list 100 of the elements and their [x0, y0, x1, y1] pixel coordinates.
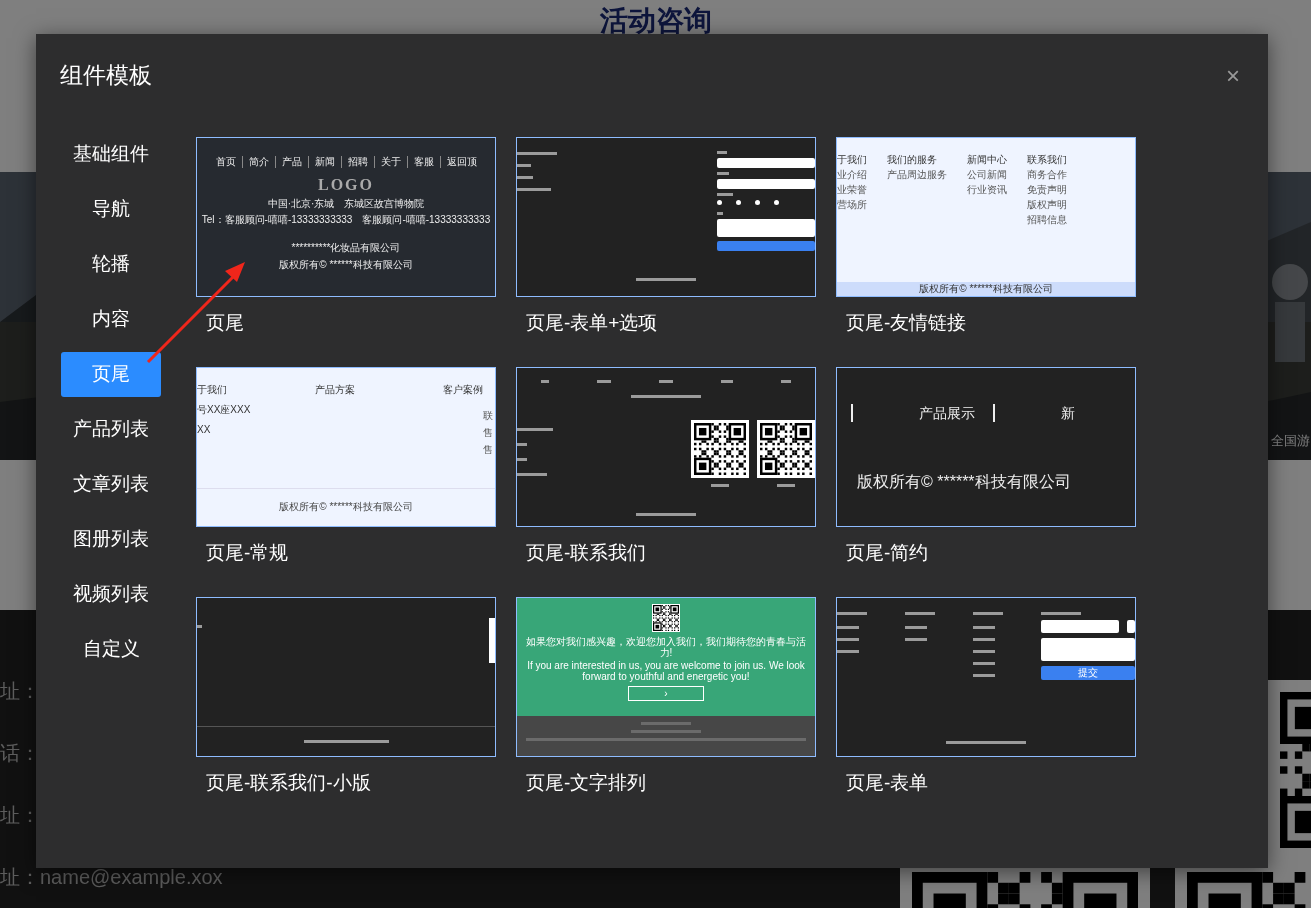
- address-line: 中国·北京·东城 东城区故宫博物院: [266, 198, 426, 210]
- nav-link: 招聘: [340, 156, 374, 168]
- footer-link[interactable]: 版权声明: [1027, 199, 1067, 211]
- contact-line: 售: [483, 444, 495, 456]
- blurred-text: [517, 458, 527, 461]
- contact-line: 址：: [0, 804, 40, 826]
- blurred-text: [517, 473, 547, 476]
- column-heading: 于我们: [837, 154, 867, 166]
- template-name: 页尾-常规: [205, 541, 290, 565]
- template-name: 页尾-联系我们-小版: [205, 771, 372, 795]
- input-field[interactable]: [1127, 620, 1135, 633]
- blurred-text: [717, 212, 723, 215]
- copyright-line: 版权所有© ******科技有限公司: [278, 259, 414, 271]
- template-preview[interactable]: [196, 597, 496, 757]
- category-tab[interactable]: 文章列表: [61, 462, 161, 507]
- template-preview[interactable]: [516, 367, 816, 527]
- radio-button[interactable]: [774, 200, 779, 205]
- template-name: 页尾-表单: [845, 771, 930, 795]
- blurred-text: [517, 152, 557, 155]
- template-preview[interactable]: 产品展示 新 版权所有© ******科技有限公司: [836, 367, 1136, 527]
- blurred-text: [541, 380, 549, 383]
- radio-button[interactable]: [717, 200, 722, 205]
- footer-link[interactable]: 业介绍: [837, 169, 867, 181]
- input-field[interactable]: [717, 158, 815, 168]
- blurred-text: [905, 612, 935, 615]
- column-heading: 新闻中心: [967, 154, 1007, 166]
- nav-link: 返回顶: [439, 156, 483, 168]
- template-preview[interactable]: 提交: [836, 597, 1136, 757]
- category-tab[interactable]: 自定义: [61, 627, 161, 672]
- template-name: 页尾-简约: [845, 541, 930, 565]
- footer-link[interactable]: 商务合作: [1027, 169, 1067, 181]
- blurred-text: [517, 188, 551, 191]
- footer-link[interactable]: 业荣誉: [837, 184, 867, 196]
- address-line: XX: [197, 424, 212, 436]
- template-preview[interactable]: [516, 137, 816, 297]
- nav-link[interactable]: 新: [993, 404, 1135, 422]
- category-tab[interactable]: 视频列表: [61, 572, 161, 617]
- nav-link: 客服: [406, 156, 440, 168]
- blurred-text: [717, 193, 733, 196]
- nav-link[interactable]: 产品展示: [851, 404, 993, 422]
- input-field[interactable]: [717, 219, 815, 237]
- blurred-text: [973, 638, 995, 641]
- footer-link[interactable]: 行业资讯: [967, 184, 1007, 196]
- blurred-text: [641, 722, 691, 725]
- category-tab[interactable]: 内容: [61, 297, 161, 342]
- radio-button[interactable]: [755, 200, 760, 205]
- input-field[interactable]: [717, 179, 815, 189]
- category-tab[interactable]: 产品列表: [61, 407, 161, 452]
- template-name: 页尾-文字排列: [525, 771, 648, 795]
- blurred-text: [517, 164, 531, 167]
- blurred-text: [973, 650, 995, 653]
- blurred-text: [905, 626, 927, 629]
- contact-line: 售: [483, 427, 495, 439]
- blurred-text: [1041, 612, 1081, 615]
- column-heading: 产品方案: [315, 384, 357, 396]
- heading-text: 如果您对我们感兴趣，欢迎您加入我们，我们期待您的青春与活力!: [525, 636, 807, 658]
- blurred-text: [597, 380, 611, 383]
- blurred-text: [517, 176, 533, 179]
- close-button[interactable]: ×: [1222, 63, 1244, 88]
- blurred-text: [837, 650, 859, 653]
- submit-button[interactable]: 提交: [1041, 666, 1135, 680]
- input-field[interactable]: [1041, 620, 1119, 633]
- blurred-text: [973, 612, 1003, 615]
- footer-link[interactable]: 产品周边服务: [887, 169, 947, 181]
- blurred-text: [777, 484, 795, 487]
- blurred-text: [973, 662, 995, 665]
- column-heading: 于我们: [197, 384, 228, 396]
- footer-link[interactable]: 免责声明: [1027, 184, 1067, 196]
- template-name: 页尾: [205, 311, 245, 335]
- footer-link[interactable]: 招聘信息: [1027, 214, 1067, 226]
- contact-line: 址：: [0, 680, 40, 702]
- contact-line: 址：name@example.xox: [0, 866, 223, 888]
- template-name: 页尾-表单+选项: [525, 311, 659, 335]
- template-preview[interactable]: 于我们 号XX座XXX XX 产品方案 客户案例 联 售 售 版权所有© ******科技有限公司: [196, 367, 496, 527]
- blurred-text: [717, 172, 729, 175]
- body-text: If you are interested in us, you are welcome to join us. We look forward to youthful and energetic you!: [526, 660, 806, 682]
- category-tab[interactable]: 导航: [61, 187, 161, 232]
- blurred-text: [659, 380, 673, 383]
- column-heading: 联系我们: [1027, 154, 1067, 166]
- message-field[interactable]: [1041, 638, 1135, 661]
- template-preview[interactable]: 于我们 业介绍 业荣誉 营场所 我们的服务 产品周边服务 新闻中心 公司新闻 行业资讯 联系我们 商务合作 免责声明 版权声明 招聘信息 版权所有© ******科技有限公司: [836, 137, 1136, 297]
- radio-button[interactable]: [736, 200, 741, 205]
- category-tab[interactable]: 图册列表: [61, 517, 161, 562]
- blurred-text: [837, 612, 867, 615]
- blurred-text: [973, 626, 995, 629]
- template-preview[interactable]: 首页 简介 产品 新闻 招聘 关于 客服 返回顶 LOGO 中国·北京·东城 东城区故宫博物院 Tel：客服顾问-嘻嘻-13333333333 客服顾问-嘻嘻-13333333333 **********化妆品有限公司 版权所有© ******科技有限公司: [196, 137, 496, 297]
- template-name: 页尾-友情链接: [845, 311, 968, 335]
- blurred-text: [636, 513, 696, 516]
- nav-link: 关于: [373, 156, 407, 168]
- blurred-text: [197, 625, 202, 628]
- blurred-text: [517, 428, 553, 431]
- nav-link: 产品: [274, 156, 308, 168]
- contact-line: 联: [483, 410, 495, 422]
- category-tab[interactable]: 轮播: [61, 242, 161, 287]
- footer-link[interactable]: 公司新闻: [967, 169, 1007, 181]
- photo-caption: 全国游: [1271, 431, 1310, 450]
- footer-link[interactable]: 营场所: [837, 199, 867, 211]
- blurred-text: [973, 674, 995, 677]
- blurred-text: [631, 730, 701, 733]
- category-tab[interactable]: 基础组件: [61, 132, 161, 177]
